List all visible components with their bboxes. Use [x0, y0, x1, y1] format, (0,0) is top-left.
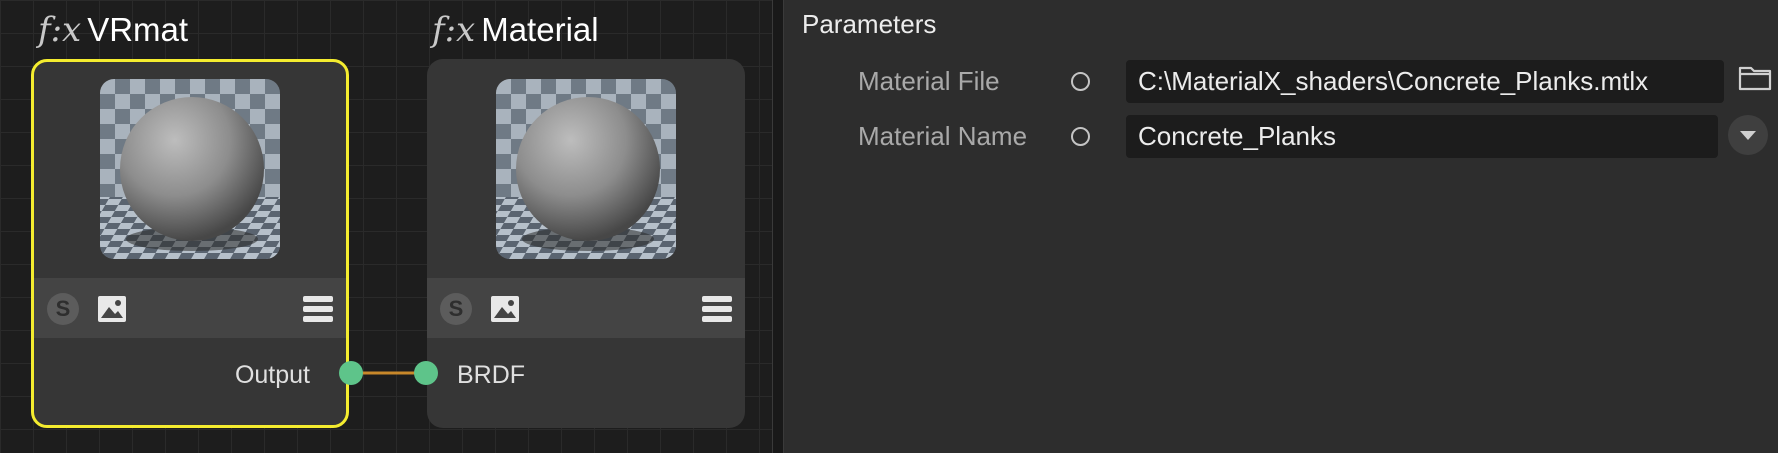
param-label-material-file: Material File	[858, 66, 1000, 96]
animate-toggle-icon[interactable]	[1071, 72, 1090, 91]
image-icon[interactable]	[96, 293, 128, 325]
material-name-field[interactable]: Concrete_Planks	[1126, 115, 1718, 158]
folder-icon[interactable]	[1738, 62, 1772, 92]
shader-s-icon[interactable]: S	[47, 293, 79, 325]
port-label-output: Output	[234, 361, 310, 389]
material-preview	[496, 79, 676, 259]
material-file-input[interactable]: C:\MaterialX_shaders\Concrete_Planks.mtl…	[1126, 60, 1724, 103]
node-toolbar: S	[34, 278, 346, 338]
panel-title: Parameters	[802, 9, 937, 39]
parameters-panel: Parameters Material File C:\MaterialX_sh…	[784, 0, 1778, 453]
brdf-input-port[interactable]	[414, 361, 438, 385]
menu-icon[interactable]	[701, 293, 733, 325]
dropdown-arrow-icon[interactable]	[1728, 115, 1768, 155]
node-name: Material	[481, 11, 599, 48]
sphere-preview-icon	[100, 79, 280, 259]
menu-icon[interactable]	[302, 293, 334, 325]
node-toolbar: S	[427, 278, 745, 338]
fx-icon: f:x	[38, 10, 82, 50]
node-graph[interactable]: f:x VRmat S Output f:x Material S BRDF	[0, 0, 772, 453]
animate-toggle-icon[interactable]	[1071, 127, 1090, 146]
image-icon[interactable]	[489, 293, 521, 325]
node-material[interactable]: S BRDF	[427, 59, 745, 428]
node-title-material: f:x Material	[432, 10, 599, 50]
fx-icon: f:x	[432, 10, 476, 50]
sphere-preview-icon	[496, 79, 676, 259]
node-name: VRmat	[87, 11, 189, 48]
shader-s-icon[interactable]: S	[440, 293, 472, 325]
port-label-brdf: BRDF	[457, 361, 526, 389]
node-title-vrmat: f:x VRmat	[38, 10, 188, 50]
param-label-material-name: Material Name	[858, 121, 1028, 151]
panel-splitter[interactable]	[772, 0, 784, 453]
material-preview	[100, 79, 280, 259]
node-vrmat[interactable]: S Output	[31, 59, 349, 428]
output-port[interactable]	[339, 361, 363, 385]
